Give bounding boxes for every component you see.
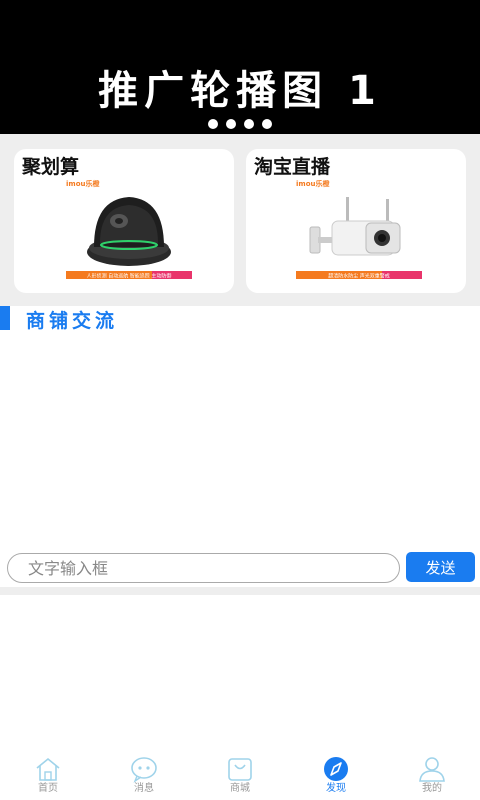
section-title: 商铺交流 — [26, 310, 119, 332]
promo-tagline: 人形侦测 自动巡航 智能追踪 主动防御 — [87, 273, 172, 280]
carousel-dot[interactable] — [262, 119, 272, 129]
divider — [0, 587, 480, 595]
nav-item-home[interactable]: 首页 — [0, 755, 96, 800]
brand-logo: imou乐橙 — [296, 179, 330, 188]
nav-label: 商城 — [230, 783, 250, 794]
nav-item-profile[interactable]: 我的 — [384, 755, 480, 800]
carousel-dot[interactable] — [226, 119, 236, 129]
chat-text-input[interactable] — [7, 553, 400, 583]
carousel-dot[interactable] — [208, 119, 218, 129]
section-header: 商铺交流 — [0, 306, 480, 332]
nav-label: 我的 — [422, 783, 442, 794]
brand-logo: imou乐橙 — [66, 179, 100, 188]
nav-item-discover[interactable]: 发现 — [288, 755, 384, 800]
chat-message-area[interactable] — [0, 332, 480, 545]
home-icon — [36, 757, 60, 781]
banner-title: 推广轮播图 1 — [98, 68, 382, 114]
user-icon — [419, 757, 445, 782]
bullet-camera-image: imou乐橙 超清防水防尘 声光双重警戒 — [296, 179, 422, 280]
shop-bag-icon — [228, 758, 252, 781]
nav-label: 发现 — [326, 783, 346, 794]
dome-camera-image: imou乐橙 人形侦测 自动巡航 智能追踪 主动防御 — [66, 179, 192, 280]
promo-tagline: 超清防水防尘 声光双重警戒 — [328, 273, 390, 280]
chat-input-row: 发送 — [0, 545, 480, 587]
message-icon — [131, 757, 157, 783]
carousel-dots — [0, 119, 480, 129]
compass-icon — [324, 757, 348, 781]
nav-label: 首页 — [38, 783, 58, 794]
promo-card-juhuasuan[interactable]: 聚划算 imou乐橙 人形侦测 自动巡航 智能追踪 主动防御 — [14, 149, 234, 293]
carousel-dot[interactable] — [244, 119, 254, 129]
nav-label: 消息 — [134, 783, 154, 794]
bottom-nav: 首页 消息 商城 发现 我的 — [0, 755, 480, 800]
banner-carousel[interactable]: 推广轮播图 1 — [0, 0, 480, 134]
promo-area: 聚划算 imou乐橙 人形侦测 自动巡航 智能追踪 主动防御 淘宝直播 imou… — [0, 134, 480, 306]
promo-card-taobao-live[interactable]: 淘宝直播 imou乐橙 超清防水防尘 声光双重警戒 — [246, 149, 466, 293]
nav-item-shop[interactable]: 商城 — [192, 755, 288, 800]
promo-card-title: 聚划算 — [22, 156, 80, 178]
send-button[interactable]: 发送 — [406, 552, 475, 582]
nav-item-messages[interactable]: 消息 — [96, 755, 192, 800]
section-accent-bar — [0, 306, 10, 330]
promo-card-title: 淘宝直播 — [254, 156, 331, 178]
